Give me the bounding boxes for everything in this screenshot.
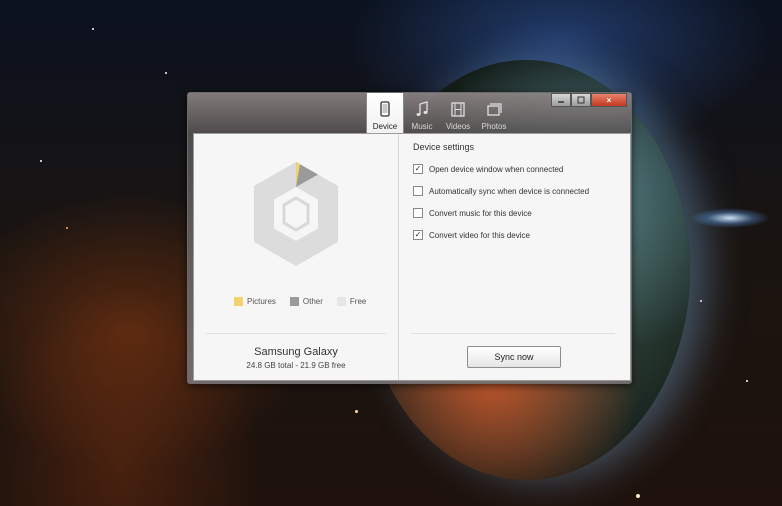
settings-panel: Device settings ✓ Open device window whe… <box>399 134 630 380</box>
sync-now-button[interactable]: Sync now <box>467 346 561 368</box>
window-controls: × <box>551 93 627 107</box>
minimize-icon <box>558 101 564 103</box>
star <box>165 72 167 74</box>
divider <box>206 333 386 334</box>
option-label: Convert video for this device <box>429 230 530 240</box>
tab-label: Music <box>411 122 433 131</box>
storage-hexagon-chart <box>254 162 338 266</box>
star <box>66 227 68 229</box>
option-label: Convert music for this device <box>429 208 532 218</box>
device-capacity: 24.8 GB total - 21.9 GB free <box>246 361 346 370</box>
legend-label: Other <box>302 297 323 306</box>
option-auto-sync[interactable]: Automatically sync when device is connec… <box>413 186 589 196</box>
content-area: Pictures Other Free Samsung Galaxy 24.8 … <box>193 133 631 381</box>
maximize-icon <box>577 96 585 104</box>
star <box>355 410 358 413</box>
music-note-icon <box>416 101 428 116</box>
close-button[interactable]: × <box>591 93 627 107</box>
tab-photos[interactable]: Photos <box>476 93 512 133</box>
title-bar[interactable]: Device Music Videos Photos × <box>188 93 631 133</box>
legend-swatch <box>336 297 346 306</box>
option-convert-video[interactable]: ✓ Convert video for this device <box>413 230 530 240</box>
close-icon: × <box>606 95 612 105</box>
star <box>40 160 42 162</box>
device-panel: Pictures Other Free Samsung Galaxy 24.8 … <box>194 134 399 380</box>
tab-label: Photos <box>481 122 507 131</box>
photos-icon <box>487 103 502 116</box>
star <box>636 494 640 498</box>
checkbox-unchecked[interactable] <box>413 208 423 218</box>
legend-swatch <box>289 297 299 306</box>
legend-label: Free <box>349 297 367 306</box>
checkbox-checked[interactable]: ✓ <box>413 164 423 174</box>
legend-item-other: Other <box>289 297 323 306</box>
maximize-button[interactable] <box>571 93 591 107</box>
legend-item-free: Free <box>336 297 367 306</box>
phone-icon <box>380 101 390 117</box>
divider <box>411 333 615 334</box>
legend-swatch <box>234 297 243 306</box>
tab-videos[interactable]: Videos <box>440 93 476 133</box>
storage-legend: Pictures Other Free <box>234 297 366 306</box>
tab-label: Videos <box>445 122 471 131</box>
legend-item-pictures: Pictures <box>234 297 276 306</box>
sync-window: Device Music Videos Photos × Pictures Ot… <box>187 92 632 384</box>
option-label: Open device window when connected <box>429 164 564 174</box>
settings-title: Device settings <box>413 142 475 152</box>
option-label: Automatically sync when device is connec… <box>429 186 590 196</box>
tab-bar: Device Music Videos Photos <box>366 93 512 133</box>
checkbox-unchecked[interactable] <box>413 186 423 196</box>
legend-label: Pictures <box>247 297 276 306</box>
light-flare <box>690 208 770 228</box>
film-icon <box>451 102 465 117</box>
star <box>746 380 748 382</box>
checkbox-checked[interactable]: ✓ <box>413 230 423 240</box>
star <box>700 300 702 302</box>
option-open-window[interactable]: ✓ Open device window when connected <box>413 164 563 174</box>
option-convert-music[interactable]: Convert music for this device <box>413 208 532 218</box>
minimize-button[interactable] <box>551 93 571 107</box>
tab-device[interactable]: Device <box>366 93 404 133</box>
tab-label: Device <box>372 122 398 131</box>
tab-music[interactable]: Music <box>404 93 440 133</box>
star <box>92 28 94 30</box>
device-name: Samsung Galaxy <box>254 346 338 358</box>
